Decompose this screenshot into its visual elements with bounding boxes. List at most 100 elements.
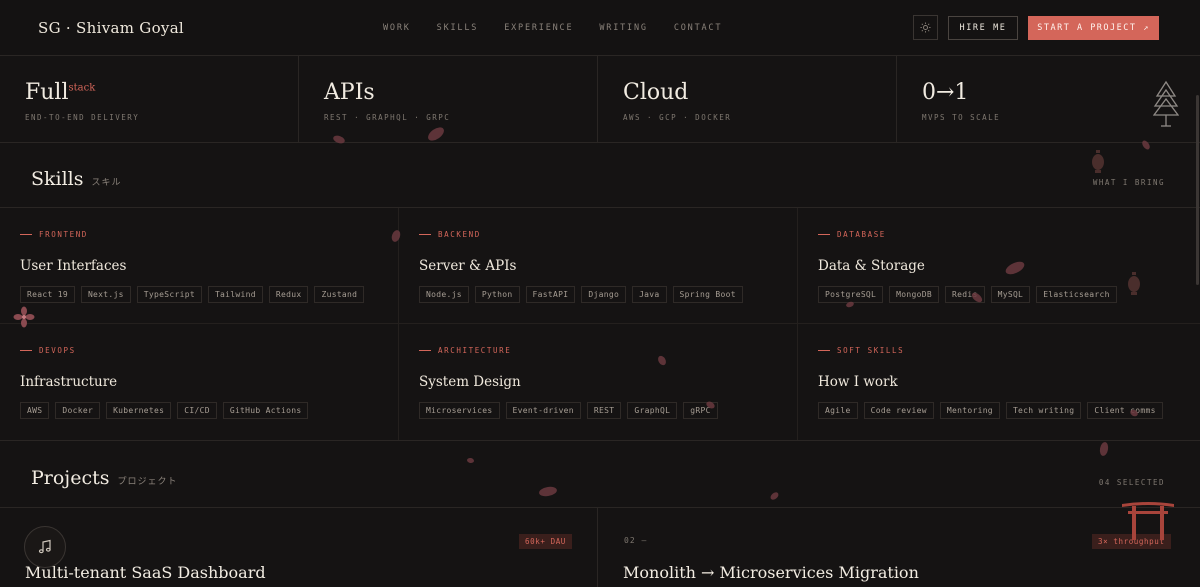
skill-tags: PostgreSQL MongoDB Redis MySQL Elasticse… xyxy=(818,286,1117,303)
skill-tag: MySQL xyxy=(990,286,1031,303)
skill-tags: Agile Code review Mentoring Tech writing… xyxy=(818,402,1163,419)
skill-tag: GraphQL xyxy=(627,402,678,419)
stat-label: END-TO-END DELIVERY xyxy=(25,113,140,122)
stat-apis: APIs REST · GRAPHQL · GRPC xyxy=(299,56,598,143)
skill-title: System Design xyxy=(419,374,521,390)
stat-cloud: Cloud AWS · GCP · DOCKER xyxy=(598,56,897,143)
skill-tag: REST xyxy=(586,402,622,419)
nav-work[interactable]: WORK xyxy=(383,23,411,33)
nav-skills[interactable]: SKILLS xyxy=(437,23,479,33)
skills-grid: FRONTEND User Interfaces React 19 Next.j… xyxy=(0,208,1200,441)
site-logo[interactable]: SG · Shivam Goyal xyxy=(38,19,184,37)
skill-tag: TypeScript xyxy=(136,286,202,303)
skill-tag: Client comms xyxy=(1087,402,1163,419)
skill-tag: Django xyxy=(581,286,627,303)
skill-tag: Code review xyxy=(863,402,934,419)
stat-superscript: stack xyxy=(68,82,96,94)
sun-icon xyxy=(920,22,931,33)
theme-toggle-button[interactable] xyxy=(913,15,938,40)
skill-tag: Kubernetes xyxy=(106,402,172,419)
skill-tag: Docker xyxy=(55,402,101,419)
skill-card-database: DATABASE Data & Storage PostgreSQL Mongo… xyxy=(798,208,1200,324)
nav-experience[interactable]: EXPERIENCE xyxy=(504,23,573,33)
stat-zero-to-one: 0→1 MVPS TO SCALE xyxy=(897,56,1200,143)
project-card-microservices[interactable]: 02 — 3× throughput Monolith → Microservi… xyxy=(598,508,1200,587)
skill-card-architecture: ARCHITECTURE System Design Microservices… xyxy=(399,324,798,440)
skill-tag: Node.js xyxy=(419,286,469,303)
skill-tags: Microservices Event-driven REST GraphQL … xyxy=(419,402,718,419)
skill-tag: Zustand xyxy=(314,286,365,303)
torii-gate-icon xyxy=(1122,502,1174,540)
skill-tag: FastAPI xyxy=(525,286,576,303)
skill-category: DEVOPS xyxy=(20,346,76,355)
skill-category: DATABASE xyxy=(818,230,886,239)
skill-tag: Agile xyxy=(818,402,858,419)
skill-title: Server & APIs xyxy=(419,258,517,274)
skill-tag: AWS xyxy=(20,402,50,419)
skill-category: BACKEND xyxy=(419,230,481,239)
skill-title: Infrastructure xyxy=(20,374,118,390)
skill-card-backend: BACKEND Server & APIs Node.js Python Fas… xyxy=(399,208,798,324)
pagoda-icon xyxy=(1153,80,1179,127)
section-jp-subtitle: プロジェクト xyxy=(117,477,178,487)
lantern-icon xyxy=(1128,272,1140,295)
skill-tag: Event-driven xyxy=(505,402,581,419)
nav-contact[interactable]: CONTACT xyxy=(674,23,722,33)
project-title: Monolith → Microservices Migration xyxy=(623,563,919,582)
hire-me-button[interactable]: HIRE ME xyxy=(948,16,1018,40)
stat-fullstack: Fullstack END-TO-END DELIVERY xyxy=(0,56,299,143)
skill-title: User Interfaces xyxy=(20,258,127,274)
skill-tag: PostgreSQL xyxy=(818,286,884,303)
skills-header: Skills スキル WHAT I BRING xyxy=(0,143,1200,208)
site-header: SG · Shivam Goyal WORK SKILLS EXPERIENCE… xyxy=(0,0,1200,56)
skill-tag: GitHub Actions xyxy=(222,402,309,419)
stat-value: Cloud xyxy=(623,80,689,105)
start-project-button[interactable]: START A PROJECT ↗ xyxy=(1028,16,1159,40)
stats-strip: Fullstack END-TO-END DELIVERY APIs REST … xyxy=(0,56,1200,143)
skill-tags: React 19 Next.js TypeScript Tailwind Red… xyxy=(20,286,365,303)
nav-writing[interactable]: WRITING xyxy=(599,23,647,33)
stat-label: REST · GRAPHQL · GRPC xyxy=(324,113,451,122)
music-note-icon xyxy=(38,539,51,554)
skill-tag: Spring Boot xyxy=(672,286,743,303)
skill-card-frontend: FRONTEND User Interfaces React 19 Next.j… xyxy=(0,208,399,324)
skill-tag: MongoDB xyxy=(889,286,939,303)
stat-label: MVPS TO SCALE xyxy=(922,113,1001,122)
project-title: Multi-tenant SaaS Dashboard xyxy=(25,563,266,582)
project-badge: 60k+ DAU xyxy=(519,534,572,549)
skill-tag: Tailwind xyxy=(207,286,263,303)
section-caption: WHAT I BRING xyxy=(1092,178,1165,187)
skill-category: FRONTEND xyxy=(20,230,88,239)
project-card-saas[interactable]: 60k+ DAU Multi-tenant SaaS Dashboard xyxy=(0,508,598,587)
page-scrollbar[interactable] xyxy=(1196,95,1199,285)
skill-tag: Java xyxy=(632,286,667,303)
skill-tag: Python xyxy=(474,286,520,303)
music-toggle-button[interactable] xyxy=(24,526,66,568)
skill-tag: Mentoring xyxy=(939,402,1000,419)
skill-tag: CI/CD xyxy=(177,402,217,419)
skill-tag: Elasticsearch xyxy=(1036,286,1117,303)
section-title: Projects プロジェクト xyxy=(31,467,178,489)
section-title: Skills スキル xyxy=(31,168,122,190)
section-jp-subtitle: スキル xyxy=(91,178,122,188)
skill-tag: Next.js xyxy=(80,286,131,303)
skill-tags: AWS Docker Kubernetes CI/CD GitHub Actio… xyxy=(20,402,309,419)
skill-tags: Node.js Python FastAPI Django Java Sprin… xyxy=(419,286,743,303)
project-number: 02 — xyxy=(624,536,648,545)
stat-value: Fullstack xyxy=(25,80,96,105)
sakura-flower-icon xyxy=(13,306,35,328)
stat-value: APIs xyxy=(324,80,375,105)
skill-card-devops: DEVOPS Infrastructure AWS Docker Kuberne… xyxy=(0,324,399,440)
skill-tag: Tech writing xyxy=(1005,402,1082,419)
stat-label: AWS · GCP · DOCKER xyxy=(623,113,732,122)
section-caption: 04 SELECTED xyxy=(1098,478,1165,487)
lantern-icon xyxy=(1092,150,1104,173)
main-nav: WORK SKILLS EXPERIENCE WRITING CONTACT xyxy=(383,23,722,33)
projects-header: Projects プロジェクト 04 SELECTED xyxy=(0,441,1200,508)
skill-category: ARCHITECTURE xyxy=(419,346,511,355)
skill-tag: Microservices xyxy=(419,402,500,419)
skill-title: How I work xyxy=(818,374,898,390)
skill-tag: React 19 xyxy=(20,286,75,303)
skill-card-soft-skills: SOFT SKILLS How I work Agile Code review… xyxy=(798,324,1200,440)
stat-value: 0→1 xyxy=(922,80,969,105)
